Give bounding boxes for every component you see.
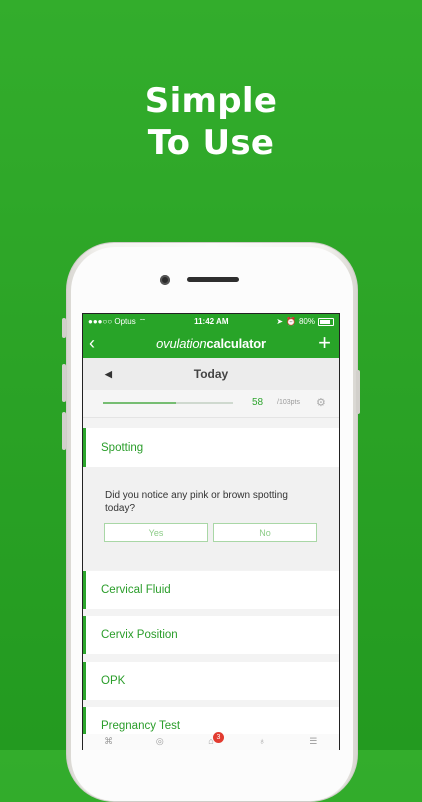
section-cervix-position[interactable]: Cervix Position (83, 616, 339, 654)
wifi-icon: ⌔ (138, 316, 147, 326)
no-button[interactable]: No (213, 523, 317, 542)
phone-side-button (62, 318, 66, 338)
yes-button[interactable]: Yes (104, 523, 208, 542)
phone-volume-up (62, 364, 66, 402)
headline-line-1: Simple (144, 81, 278, 121)
points-bar: 58 /103pts ⚙ (83, 390, 339, 418)
battery-icon (318, 317, 334, 326)
points-value: 58 (252, 397, 264, 408)
spotting-question-panel: Did you notice any pink or brown spottin… (83, 467, 339, 570)
points-progress-fill (103, 402, 176, 404)
battery-percent: 80% (298, 317, 315, 326)
section-cervix-position-label: Cervix Position (101, 629, 178, 641)
app-logo: ovulationcalculator (156, 336, 266, 351)
date-bar: ◀ Today (83, 358, 339, 390)
phone-power-button (356, 370, 360, 414)
back-icon[interactable]: ‹ (89, 333, 95, 354)
points-total: /103pts (277, 399, 300, 406)
section-opk[interactable]: OPK (83, 662, 339, 700)
headline-line-2: To Use (147, 123, 275, 163)
tab-bar: ⌘ ◎ ⌂ 3 ♁ ☰ (83, 732, 339, 750)
section-pregnancy-test-label: Pregnancy Test (101, 720, 181, 732)
section-spotting[interactable]: Spotting (83, 428, 339, 467)
headline: Simple To Use (0, 80, 422, 164)
carrier-label: ●●●○○ Optus (88, 317, 136, 326)
notification-badge: 3 (212, 732, 224, 743)
speaker-grille (187, 277, 239, 282)
logo-calculator: calculator (206, 336, 266, 351)
previous-day-icon[interactable]: ◀ (105, 369, 112, 380)
tab-charts[interactable]: ◎ (145, 734, 175, 747)
tab-notifications[interactable]: ⌂ 3 (196, 732, 226, 746)
add-icon[interactable]: + (318, 330, 331, 356)
chart-icon: ◎ (155, 736, 164, 746)
phone-volume-down (62, 412, 66, 450)
section-cervical-fluid[interactable]: Cervical Fluid (83, 571, 339, 609)
tab-dashboard[interactable]: ⌘ (94, 734, 124, 747)
camera-icon (160, 275, 170, 285)
section-cervical-fluid-label: Cervical Fluid (101, 584, 171, 596)
location-icon: ➤ (276, 317, 284, 326)
section-opk-label: OPK (101, 675, 126, 687)
tab-settings[interactable]: ☰ (298, 734, 328, 747)
status-time: 11:42 AM (194, 317, 229, 326)
alarm-icon: ⏰ (286, 317, 296, 326)
grid-icon: ⌘ (104, 736, 114, 746)
nav-bar: ‹ ovulationcalculator + (83, 329, 339, 358)
date-title: Today (193, 367, 229, 381)
points-progress (103, 402, 233, 404)
app-screen: ●●●○○ Optus ⌔ 11:42 AM ➤ ⏰ 80% ‹ ovulati… (82, 313, 340, 750)
status-bar: ●●●○○ Optus ⌔ 11:42 AM ➤ ⏰ 80% (83, 314, 339, 329)
tab-tips[interactable]: ♁ (247, 734, 277, 746)
section-spotting-label: Spotting (101, 441, 144, 454)
spotting-question: Did you notice any pink or brown spottin… (105, 490, 288, 514)
logo-ovulation: ovulation (156, 336, 207, 351)
lightbulb-icon: ♁ (258, 736, 266, 746)
sliders-icon: ☰ (309, 736, 318, 746)
gear-icon[interactable]: ⚙ (316, 396, 326, 409)
